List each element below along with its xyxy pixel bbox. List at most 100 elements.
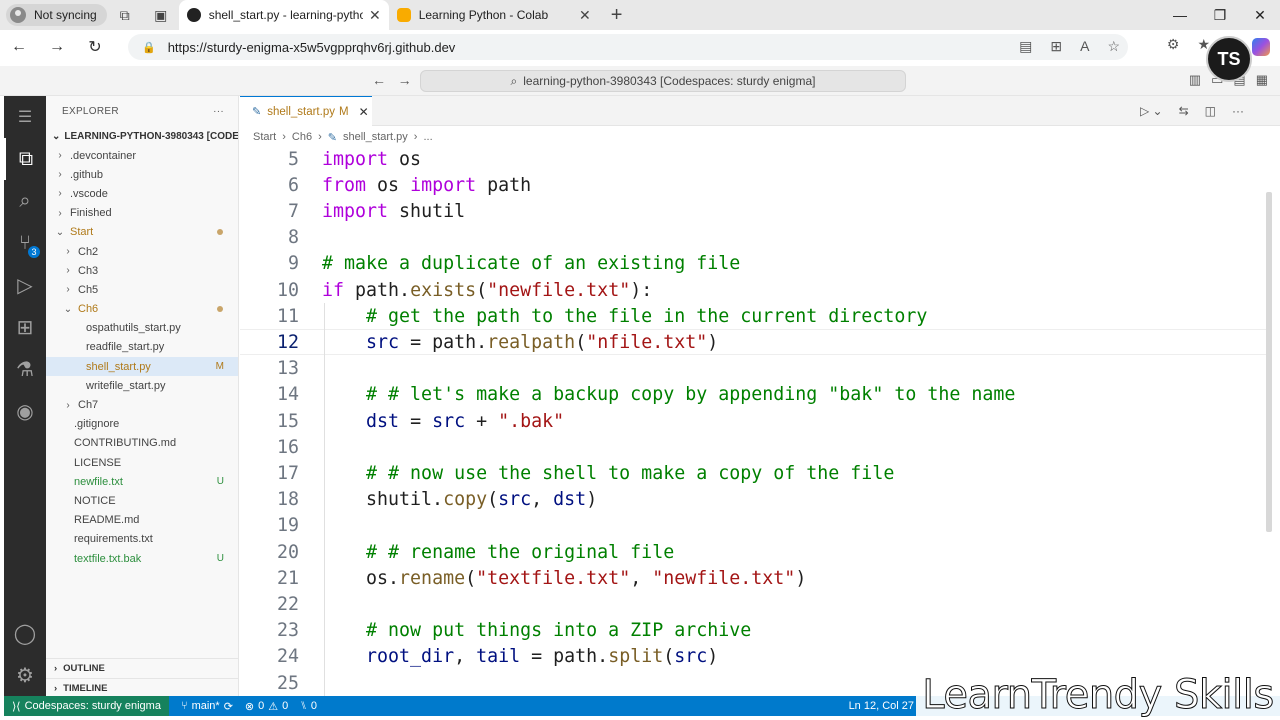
more-actions-icon[interactable]: ··· [213, 106, 224, 117]
close-window-icon[interactable]: ✕ [1240, 0, 1280, 30]
code-line[interactable]: 14 # # let's make a backup copy by appen… [240, 382, 1266, 408]
tree-file[interactable]: NOTICE [46, 491, 238, 510]
remote-indicator[interactable]: ⟩⟨ Codespaces: sturdy enigma [4, 696, 169, 716]
apps-icon[interactable]: ⊞ [1050, 38, 1062, 55]
code-line[interactable]: 23 # now put things into a ZIP archive [240, 618, 1266, 644]
tree-file[interactable]: textfile.txt.bak U [46, 549, 238, 568]
browser-tab-colab[interactable]: Learning Python - Colab ✕ [389, 0, 599, 30]
tree-folder[interactable]: ⌄ Ch6 [46, 300, 238, 319]
tree-file[interactable]: LICENSE [46, 453, 238, 472]
split-editor-icon[interactable]: ◫ [1205, 104, 1216, 118]
manage-gear-icon[interactable]: ⚙ [4, 654, 46, 696]
workspaces-icon[interactable]: ⧉ [107, 0, 143, 30]
back-icon[interactable]: ← [0, 38, 38, 56]
history-nav-icons[interactable]: ← → [372, 72, 412, 88]
code-line[interactable]: 19 [240, 513, 1266, 539]
outline-section[interactable]: › OUTLINE [46, 658, 239, 678]
code-line[interactable]: 21 os.rename("textfile.txt", "newfile.tx… [240, 565, 1266, 591]
tree-file[interactable]: readfile_start.py [46, 338, 238, 357]
customize-layout-icon[interactable]: ▦ [1256, 72, 1268, 88]
menu-icon[interactable]: ☰ [4, 96, 46, 138]
tree-file[interactable]: requirements.txt [46, 530, 238, 549]
problems-indicator[interactable]: ⊗ 0 ⚠ 0 [245, 700, 288, 713]
tree-folder[interactable]: › .devcontainer [46, 146, 238, 165]
ports-indicator[interactable]: ⑊ 0 [300, 700, 317, 712]
tree-folder[interactable]: › .vscode [46, 184, 238, 203]
open-changes-icon[interactable]: ⇆ [1179, 104, 1189, 118]
tree-file[interactable]: newfile.txt U [46, 472, 238, 491]
code-line[interactable]: 8 [240, 225, 1266, 251]
restore-icon[interactable]: ❐ [1200, 0, 1240, 30]
code-line[interactable]: 5 import os [240, 146, 1266, 172]
tree-folder[interactable]: › Ch2 [46, 242, 238, 261]
accounts-icon[interactable]: ◯ [4, 612, 46, 654]
code-line[interactable]: 18 shutil.copy(src, dst) [240, 487, 1266, 513]
code-line[interactable]: 7 import shutil [240, 198, 1266, 224]
more-actions-icon[interactable]: ··· [1232, 104, 1244, 118]
workspace-root[interactable]: ⌄ LEARNING-PYTHON-3980343 [CODE... [46, 126, 238, 146]
command-center[interactable]: ⌕ learning-python-3980343 [Codespaces: s… [420, 70, 906, 92]
tree-folder[interactable]: › Finished [46, 204, 238, 223]
breadcrumb-item[interactable]: Ch6 [292, 131, 312, 143]
tab-actions-icon[interactable]: ▣ [143, 0, 179, 30]
code-line[interactable]: 22 [240, 591, 1266, 617]
source-control-icon[interactable]: ⑂ 3 [4, 222, 46, 264]
code-line[interactable]: 10 if path.exists("newfile.txt"): [240, 277, 1266, 303]
code-line[interactable]: 17 # # now use the shell to make a copy … [240, 460, 1266, 486]
breadcrumb-item[interactable]: shell_start.py [343, 131, 408, 143]
lock-icon[interactable]: 🔒 [142, 41, 156, 54]
toggle-sidebar-icon[interactable]: ▥ [1189, 72, 1201, 88]
close-tab-icon[interactable]: ✕ [579, 7, 591, 24]
code-line[interactable]: 13 [240, 356, 1266, 382]
tree-folder[interactable]: › Ch7 [46, 395, 238, 414]
tree-file[interactable]: shell_start.py M [46, 357, 238, 377]
tree-file[interactable]: CONTRIBUTING.md [46, 434, 238, 453]
tree-file[interactable]: writefile_start.py [46, 376, 238, 395]
run-debug-icon[interactable]: ▷ [4, 264, 46, 306]
code-line[interactable]: 16 [240, 434, 1266, 460]
cursor-position[interactable]: Ln 12, Col 27 [849, 700, 914, 712]
timeline-section[interactable]: › TIMELINE [46, 678, 239, 698]
forward-icon[interactable]: → [38, 38, 76, 56]
tree-folder[interactable]: › Ch3 [46, 261, 238, 280]
close-tab-icon[interactable]: ✕ [369, 7, 381, 24]
new-tab-button[interactable]: + [611, 4, 623, 27]
code-line[interactable]: 6 from os import path [240, 172, 1266, 198]
copilot-icon[interactable] [1252, 38, 1270, 56]
tree-folder[interactable]: ⌄ Start [46, 223, 238, 242]
tree-folder[interactable]: › .github [46, 165, 238, 184]
editor-scrollbar[interactable] [1266, 192, 1272, 532]
read-aloud-icon[interactable]: A [1080, 38, 1089, 55]
url-field[interactable]: 🔒 https://sturdy-enigma-x5w5vgpprqhv6rj.… [128, 34, 1128, 60]
code-line[interactable]: 11 # get the path to the file in the cur… [240, 303, 1266, 329]
branch-indicator[interactable]: ⑂ main* ⟳ [181, 700, 233, 713]
browser-tab-vscode[interactable]: shell_start.py - learning-python-3 ✕ [178, 0, 389, 30]
tree-folder[interactable]: › Ch5 [46, 280, 238, 299]
profile-sync-button[interactable]: Not syncing [6, 4, 107, 26]
github-icon[interactable]: ◉ [4, 390, 46, 432]
close-tab-icon[interactable]: ✕ [359, 105, 369, 119]
code-line[interactable]: 24 root_dir, tail = path.split(src) [240, 644, 1266, 670]
editor-tab-shell-start[interactable]: ✎ shell_start.py M ✕ [240, 96, 372, 126]
code-line[interactable]: 9 # make a duplicate of an existing file [240, 251, 1266, 277]
breadcrumb-item[interactable]: Start [253, 131, 276, 143]
explorer-icon[interactable]: ⧉ [4, 138, 46, 180]
profile-avatar[interactable]: TS [1206, 36, 1252, 82]
favorite-star-icon[interactable]: ☆ [1107, 38, 1120, 55]
tree-file[interactable]: README.md [46, 511, 238, 530]
minimize-icon[interactable]: — [1160, 0, 1200, 30]
code-line[interactable]: 20 # # rename the original file [240, 539, 1266, 565]
extensions-icon[interactable]: ⊞ [4, 306, 46, 348]
breadcrumb-item[interactable]: ... [423, 131, 432, 143]
tree-file[interactable]: ospathutils_start.py [46, 319, 238, 338]
code-line[interactable]: 15 dst = src + ".bak" [240, 408, 1266, 434]
tree-file[interactable]: .gitignore [46, 415, 238, 434]
reading-view-icon[interactable]: ▤ [1019, 38, 1032, 55]
search-icon[interactable]: ⌕ [4, 180, 46, 222]
testing-icon[interactable]: ⚗ [4, 348, 46, 390]
sync-icon[interactable]: ⟳ [224, 700, 233, 713]
refresh-icon[interactable]: ↻ [76, 37, 114, 57]
code-line[interactable]: 12 src = path.realpath("nfile.txt") [240, 329, 1266, 356]
run-file-icon[interactable]: ▷ ⌄ [1140, 104, 1163, 118]
extensions-icon[interactable]: ⚙ [1167, 36, 1180, 53]
